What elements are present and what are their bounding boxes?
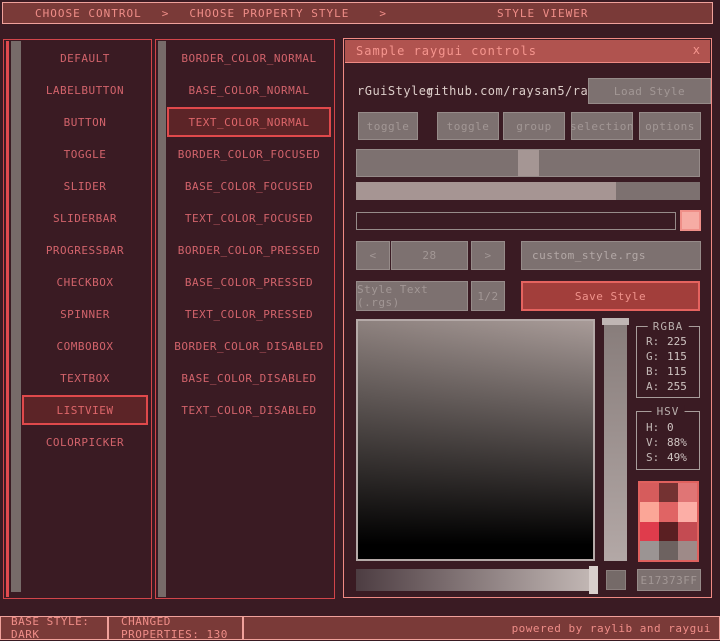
spinner-increment-button[interactable]: > [471, 241, 505, 270]
listview-accent-bar [6, 41, 9, 597]
value-row: B:115 [637, 365, 699, 380]
breadcrumb-style-viewer: STYLE VIEWER [497, 7, 588, 20]
value-row: R:225 [637, 335, 699, 350]
color-swatch[interactable] [659, 541, 678, 560]
slider-handle[interactable] [518, 150, 539, 176]
control-item-colorpicker[interactable]: COLORPICKER [22, 427, 148, 457]
text-input[interactable] [356, 212, 676, 230]
slider-control[interactable] [356, 149, 700, 177]
color-checkbox[interactable] [680, 210, 701, 231]
controls-scrollbar[interactable] [11, 41, 21, 592]
property-item-border_color_pressed[interactable]: BORDER_COLOR_PRESSED [167, 235, 331, 265]
property-item-base_color_disabled[interactable]: BASE_COLOR_DISABLED [167, 363, 331, 393]
color-swatch[interactable] [659, 522, 678, 541]
value-row: S:49% [637, 451, 699, 466]
property-item-border_color_normal[interactable]: BORDER_COLOR_NORMAL [167, 43, 331, 73]
toggle-group-selection[interactable]: selection [571, 112, 633, 140]
toggle-button[interactable]: toggle [358, 112, 418, 140]
properties-listview: BORDER_COLOR_NORMALBASE_COLOR_NORMALTEXT… [155, 39, 335, 599]
toggle-group-options[interactable]: options [639, 112, 701, 140]
property-item-border_color_disabled[interactable]: BORDER_COLOR_DISABLED [167, 331, 331, 361]
color-swatch[interactable] [678, 541, 697, 560]
status-base-style: BASE STYLE: DARK [0, 616, 108, 640]
progress-bar [356, 182, 700, 200]
properties-scrollbar[interactable] [158, 41, 166, 597]
color-swatch-grid [638, 481, 699, 562]
breadcrumb-separator-icon: > [379, 7, 387, 20]
control-item-sliderbar[interactable]: SLIDERBAR [22, 203, 148, 233]
value-row: H:0 [637, 421, 699, 436]
color-swatch[interactable] [678, 502, 697, 521]
control-item-listview[interactable]: LISTVIEW [22, 395, 148, 425]
breadcrumb-choose-control: CHOOSE CONTROL [35, 7, 142, 20]
rgba-groupbox: RGBA R:225G:115B:115A:255 [636, 326, 700, 398]
color-swatch[interactable] [659, 502, 678, 521]
toggle-group-group[interactable]: group [503, 112, 565, 140]
small-square-button[interactable] [606, 570, 626, 590]
value-row: A:255 [637, 380, 699, 395]
save-style-button[interactable]: Save Style [521, 281, 700, 311]
breadcrumb: CHOOSE CONTROL > CHOOSE PROPERTY STYLE >… [2, 2, 713, 24]
progress-bar-fill [356, 182, 616, 200]
brand-label: rGuiStyler [357, 78, 434, 104]
property-item-text_color_disabled[interactable]: TEXT_COLOR_DISABLED [167, 395, 331, 425]
style-text-button[interactable]: Style Text (.rgs) [356, 281, 468, 311]
spinner-decrement-button[interactable]: < [356, 241, 390, 270]
window-title: Sample raygui controls [356, 44, 537, 58]
property-item-text_color_normal[interactable]: TEXT_COLOR_NORMAL [167, 107, 331, 137]
color-swatch[interactable] [640, 541, 659, 560]
property-item-border_color_focused[interactable]: BORDER_COLOR_FOCUSED [167, 139, 331, 169]
color-swatch[interactable] [678, 522, 697, 541]
control-item-textbox[interactable]: TEXTBOX [22, 363, 148, 393]
value-row: G:115 [637, 350, 699, 365]
value-row: V:88% [637, 436, 699, 451]
color-swatch[interactable] [640, 522, 659, 541]
rgba-title: RGBA [648, 320, 689, 333]
color-swatch[interactable] [659, 483, 678, 502]
control-item-labelbutton[interactable]: LABELBUTTON [22, 75, 148, 105]
property-item-text_color_focused[interactable]: TEXT_COLOR_FOCUSED [167, 203, 331, 233]
sample-window: Sample raygui controls x rGuiStyler gith… [343, 38, 712, 598]
control-item-checkbox[interactable]: CHECKBOX [22, 267, 148, 297]
hue-bar-handle[interactable] [602, 318, 629, 325]
control-item-slider[interactable]: SLIDER [22, 171, 148, 201]
status-changed-properties: CHANGED PROPERTIES: 130 [108, 616, 243, 640]
status-powered-by: powered by raylib and raygui [243, 616, 720, 640]
breadcrumb-separator-icon: > [162, 7, 170, 20]
close-icon[interactable]: x [693, 43, 701, 57]
alpha-bar-handle[interactable] [589, 566, 598, 594]
hex-color-input[interactable]: E17373FF [637, 569, 701, 591]
controls-listview: DEFAULTLABELBUTTONBUTTONTOGGLESLIDERSLID… [3, 39, 152, 599]
color-picker-panel[interactable] [356, 319, 595, 561]
color-swatch[interactable] [640, 502, 659, 521]
property-item-base_color_focused[interactable]: BASE_COLOR_FOCUSED [167, 171, 331, 201]
color-swatch[interactable] [640, 483, 659, 502]
property-item-base_color_normal[interactable]: BASE_COLOR_NORMAL [167, 75, 331, 105]
load-style-button[interactable]: Load Style [588, 78, 711, 104]
property-item-text_color_pressed[interactable]: TEXT_COLOR_PRESSED [167, 299, 331, 329]
control-item-default[interactable]: DEFAULT [22, 43, 148, 73]
control-item-spinner[interactable]: SPINNER [22, 299, 148, 329]
window-titlebar[interactable]: Sample raygui controls x [345, 40, 710, 63]
color-swatch[interactable] [678, 483, 697, 502]
filename-input[interactable]: custom_style.rgs [521, 241, 701, 270]
control-item-button[interactable]: BUTTON [22, 107, 148, 137]
toggle-group-toggle[interactable]: toggle [437, 112, 499, 140]
page-toggle-button[interactable]: 1/2 [471, 281, 505, 311]
alpha-bar[interactable] [356, 569, 593, 591]
spinner-value[interactable]: 28 [391, 241, 468, 270]
hsv-groupbox: HSV H:0V:88%S:49% [636, 411, 700, 470]
control-item-combobox[interactable]: COMBOBOX [22, 331, 148, 361]
hsv-title: HSV [652, 405, 685, 418]
control-item-progressbar[interactable]: PROGRESSBAR [22, 235, 148, 265]
breadcrumb-choose-property-style: CHOOSE PROPERTY STYLE [189, 7, 349, 20]
hue-bar[interactable] [604, 319, 627, 561]
control-item-toggle[interactable]: TOGGLE [22, 139, 148, 169]
property-item-base_color_pressed[interactable]: BASE_COLOR_PRESSED [167, 267, 331, 297]
